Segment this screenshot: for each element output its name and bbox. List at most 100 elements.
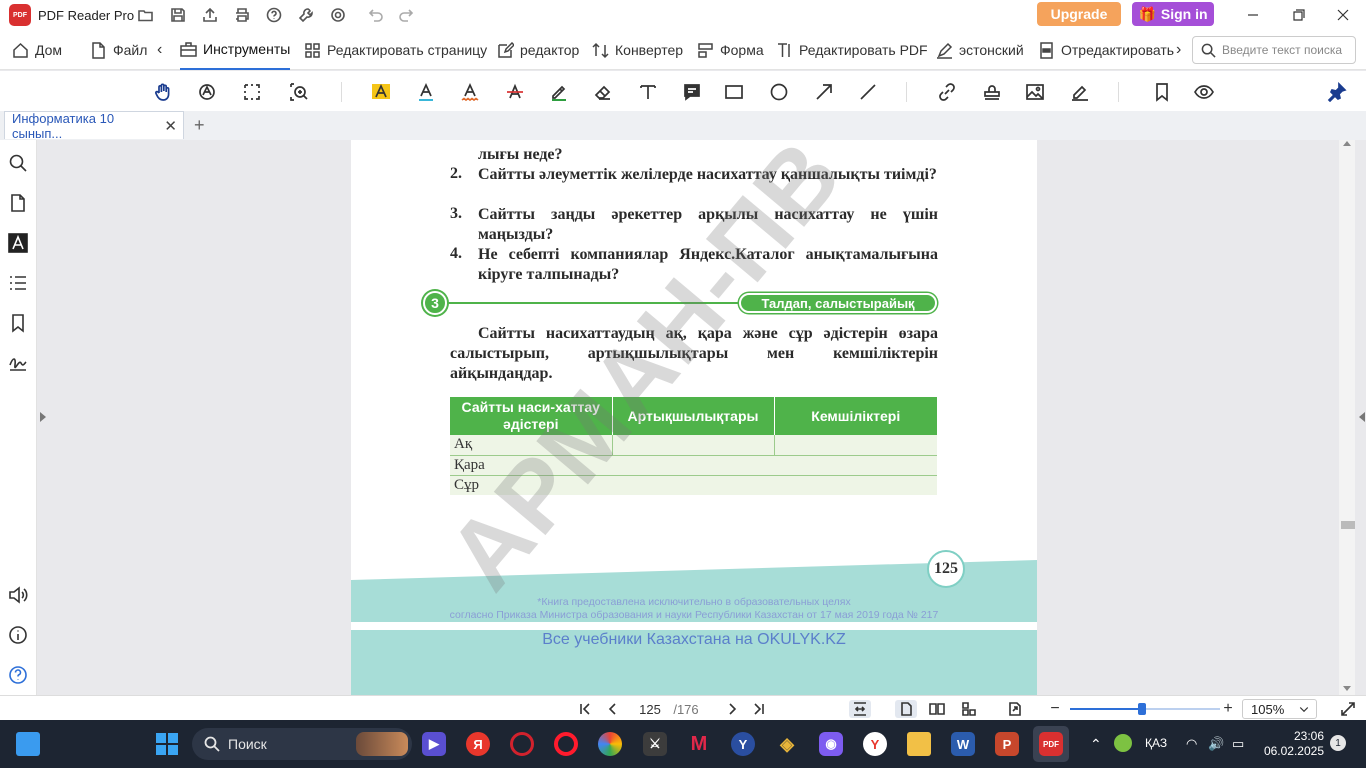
collapse-left-icon[interactable] — [40, 412, 46, 422]
signature-icon[interactable] — [1068, 80, 1092, 104]
share-icon[interactable] — [200, 5, 220, 25]
opera-icon[interactable] — [554, 732, 578, 756]
help-icon[interactable] — [264, 5, 284, 25]
menu-converter[interactable]: Конвертер — [592, 30, 683, 70]
minimize-button[interactable] — [1230, 0, 1276, 30]
thumbnails-icon[interactable] — [7, 192, 29, 214]
circle-icon[interactable] — [767, 80, 791, 104]
pin-icon[interactable] — [1325, 80, 1349, 104]
first-page-icon[interactable] — [576, 700, 594, 718]
yandex-icon[interactable]: Я — [466, 732, 490, 756]
zoom-slider-knob[interactable] — [1138, 703, 1146, 715]
menu-redact[interactable]: Отредактировать — [1038, 30, 1174, 70]
settings-icon[interactable] — [328, 5, 348, 25]
next-page-icon[interactable] — [724, 700, 742, 718]
current-page-input[interactable]: 125 — [632, 700, 668, 718]
collapse-right-icon[interactable] — [1359, 412, 1365, 422]
menu-file[interactable]: Файл — [90, 30, 147, 70]
scrollbar-thumb[interactable] — [1341, 521, 1355, 529]
sign-in-button[interactable]: 🎁 Sign in — [1132, 2, 1214, 26]
bookmark-icon[interactable] — [1150, 80, 1174, 104]
read-aloud-icon[interactable] — [7, 584, 29, 606]
save-icon[interactable] — [168, 5, 188, 25]
area-select-icon[interactable] — [240, 80, 264, 104]
gamepad-icon[interactable]: ◉ — [819, 732, 843, 756]
menu-tools[interactable]: Инструменты — [180, 30, 291, 70]
notification-badge[interactable]: 1 — [1330, 735, 1346, 751]
maximize-button[interactable] — [1276, 0, 1322, 30]
zoom-select[interactable]: 105% — [1242, 699, 1317, 719]
rectangle-icon[interactable] — [722, 80, 746, 104]
stamp-icon[interactable] — [980, 80, 1004, 104]
wifi-icon[interactable]: ◠ — [1186, 736, 1197, 752]
single-page-icon[interactable] — [895, 700, 917, 718]
video-app-icon[interactable]: ▶ — [422, 732, 446, 756]
outline-icon[interactable] — [7, 272, 29, 294]
menu-edit-pdf[interactable]: Редактировать PDF — [776, 30, 928, 70]
close-tab-icon[interactable]: ✕ — [164, 117, 177, 135]
arrow-icon[interactable] — [812, 80, 836, 104]
menu-editor[interactable]: редактор — [497, 30, 579, 70]
eye-icon[interactable] — [1192, 80, 1216, 104]
comment-icon[interactable] — [680, 80, 704, 104]
menu-sign[interactable]: эстонский — [936, 30, 1024, 70]
menu-form[interactable]: Форма — [697, 30, 764, 70]
game-app-icon[interactable]: ⚔ — [643, 732, 667, 756]
scroll-down-icon[interactable] — [1343, 686, 1351, 691]
add-tab-icon[interactable]: + — [194, 115, 205, 136]
document-tab[interactable]: Информатика 10 сынып... ✕ — [4, 111, 184, 141]
file-explorer-icon[interactable] — [907, 732, 931, 756]
fit-width-icon[interactable] — [849, 700, 871, 718]
image-icon[interactable] — [1023, 80, 1047, 104]
bookmarks-panel-icon[interactable] — [7, 312, 29, 334]
highlight-text-icon[interactable] — [369, 80, 393, 104]
language-indicator[interactable]: ҚАЗ — [1145, 736, 1167, 750]
zoom-in-icon[interactable]: + — [1219, 700, 1237, 718]
info-icon[interactable] — [7, 624, 29, 646]
opera-gx-icon[interactable] — [510, 732, 534, 756]
squiggly-text-icon[interactable] — [458, 80, 482, 104]
undo-icon[interactable] — [366, 5, 386, 25]
rotate-page-icon[interactable] — [1004, 700, 1026, 718]
underline-text-icon[interactable] — [414, 80, 438, 104]
hand-tool-icon[interactable] — [151, 80, 175, 104]
page-layout-icon[interactable] — [958, 700, 980, 718]
media-app-icon[interactable]: M — [687, 732, 711, 756]
menu-scroll-left-icon[interactable]: ‹ — [157, 30, 162, 70]
annotations-panel-icon[interactable] — [7, 232, 29, 254]
zoom-out-icon[interactable]: − — [1046, 700, 1064, 718]
scroll-up-icon[interactable] — [1343, 141, 1351, 146]
fullscreen-icon[interactable] — [1338, 700, 1358, 718]
tray-expand-icon[interactable]: ⌃ — [1090, 736, 1102, 753]
link-icon[interactable] — [935, 80, 959, 104]
battery-icon[interactable]: ▭ — [1232, 736, 1244, 752]
yandex-browser-icon[interactable]: Y — [731, 732, 755, 756]
start-icon[interactable] — [155, 732, 179, 756]
redo-icon[interactable] — [396, 5, 416, 25]
volume-icon[interactable]: 🔊 — [1208, 736, 1224, 752]
zoom-area-icon[interactable] — [287, 80, 311, 104]
menu-edit-page[interactable]: Редактировать страницу — [304, 30, 487, 70]
chrome-icon[interactable] — [598, 732, 622, 756]
upgrade-button[interactable]: Upgrade — [1037, 2, 1121, 26]
strikethrough-text-icon[interactable] — [503, 80, 527, 104]
powerpoint-icon[interactable]: P — [995, 732, 1019, 756]
widgets-icon[interactable] — [16, 732, 40, 756]
help-circle-icon[interactable] — [7, 664, 29, 686]
text-select-icon[interactable] — [195, 80, 219, 104]
open-folder-icon[interactable] — [136, 5, 156, 25]
two-page-icon[interactable] — [926, 700, 948, 718]
taskbar-clock[interactable]: 23:06 06.02.2025 — [1262, 729, 1324, 759]
pen-icon[interactable] — [547, 80, 571, 104]
binance-icon[interactable]: ◈ — [775, 732, 799, 756]
text-box-icon[interactable] — [636, 80, 660, 104]
last-page-icon[interactable] — [750, 700, 768, 718]
word-icon[interactable]: W — [951, 732, 975, 756]
eraser-icon[interactable] — [591, 80, 615, 104]
vertical-scrollbar[interactable] — [1339, 140, 1355, 695]
menu-home[interactable]: Дом — [12, 30, 62, 70]
previous-page-icon[interactable] — [603, 700, 621, 718]
search-panel-icon[interactable] — [7, 152, 29, 174]
yandex-app-icon[interactable]: Y — [863, 732, 887, 756]
menu-scroll-right-icon[interactable]: › — [1176, 30, 1181, 70]
